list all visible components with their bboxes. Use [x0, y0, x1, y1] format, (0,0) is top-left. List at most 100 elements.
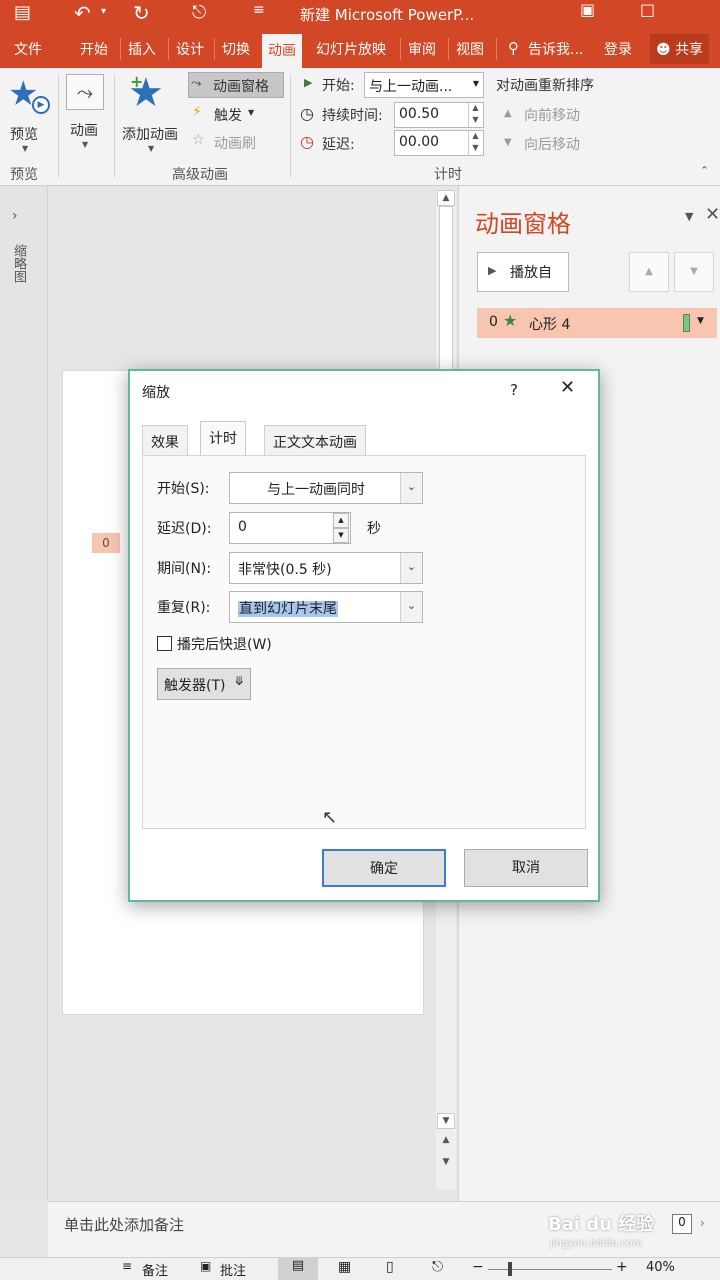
sorter-view-icon[interactable]: ▦ — [338, 1259, 351, 1275]
undo-dropdown-icon[interactable]: ▾ — [101, 6, 106, 17]
close-pane-icon[interactable]: ✕ — [705, 204, 720, 225]
close-icon[interactable]: ✕ — [560, 377, 575, 398]
save-icon[interactable]: ▤ — [14, 2, 31, 23]
move-up-button[interactable]: ▲ — [629, 252, 669, 292]
collapse-ribbon-icon[interactable]: ⌃ — [700, 164, 709, 177]
tab-slideshow[interactable]: 幻灯片放映 — [316, 39, 386, 59]
scroll-down-icon[interactable]: ▼ — [437, 1113, 455, 1129]
delay-unit: 秒 — [367, 521, 381, 537]
tell-me-box[interactable]: 告诉我... — [528, 39, 583, 59]
up-arrow-icon: ▲ — [645, 266, 653, 277]
effect-options-dialog: 缩放 ? ✕ 效果 计时 正文文本动画 开始(S): 与上一动画同时 ⌄ 延迟(… — [128, 369, 600, 902]
undo-icon[interactable]: ↶ — [74, 1, 91, 25]
preview-button[interactable]: ★ ▶ 预览 — [6, 74, 50, 144]
ok-button[interactable]: 确定 — [322, 849, 446, 887]
next-slide-icon[interactable]: ▼ — [437, 1155, 455, 1171]
tab-file[interactable]: 文件 — [14, 39, 42, 59]
previous-slide-icon[interactable]: ▲ — [437, 1133, 455, 1149]
tab-view[interactable]: 视图 — [456, 39, 484, 59]
start-label: 开始(S): — [157, 481, 210, 497]
item-dropdown-icon[interactable]: ▼ — [697, 316, 704, 326]
tab-separator — [448, 38, 449, 60]
tab-timing[interactable]: 计时 — [200, 421, 246, 457]
move-earlier-button[interactable]: 向前移动 — [524, 105, 580, 125]
chevron-down-icon: ⌄ — [400, 553, 422, 583]
help-button[interactable]: ? — [510, 381, 518, 399]
add-animation-button[interactable]: ★ + 添加动画 ▼ — [118, 70, 186, 156]
expand-thumbnails-icon[interactable]: › — [12, 208, 18, 224]
animation-item[interactable]: 0 ★ 心形 4 ▼ — [477, 308, 717, 338]
cancel-button[interactable]: 取消 — [464, 849, 588, 887]
reorder-title: 对动画重新排序 — [496, 78, 594, 94]
tab-transitions[interactable]: 切换 — [222, 39, 250, 59]
move-later-button[interactable]: 向后移动 — [524, 134, 580, 154]
animation-pane-button[interactable]: ⤳ 动画窗格 — [188, 72, 284, 98]
painter-star-icon: ☆ — [192, 132, 205, 148]
move-down-button[interactable]: ▼ — [674, 252, 714, 292]
rewind-label: 播完后快退(W) — [177, 637, 272, 653]
zoom-slider-thumb[interactable] — [508, 1262, 512, 1276]
spin-up-icon[interactable]: ▲ — [468, 131, 482, 143]
reading-view-icon[interactable]: ▯ — [386, 1259, 394, 1275]
maximize-icon[interactable]: □ — [640, 0, 655, 19]
period-select[interactable]: 非常快(0.5 秒) ⌄ — [229, 552, 423, 584]
tab-effect[interactable]: 效果 — [142, 425, 188, 457]
rewind-checkbox[interactable] — [157, 636, 172, 651]
chevron-down-icon[interactable]: ▼ — [22, 144, 28, 153]
trigger-button[interactable]: 触发器(T) ⤋ — [157, 668, 251, 700]
tab-animations[interactable]: 动画 — [262, 34, 302, 68]
spin-down-icon[interactable]: ▼ — [468, 115, 482, 127]
spin-up-icon[interactable]: ▲ — [333, 513, 349, 528]
ribbon-options-icon[interactable]: ▣ — [580, 0, 595, 19]
thumbnail-panel: › 缩略图 — [0, 186, 48, 1201]
customize-qat-icon[interactable]: ≡ — [253, 2, 265, 18]
down-arrow-icon: ▼ — [504, 137, 512, 148]
repeat-label: 重复(R): — [157, 600, 211, 616]
animation-styles-button[interactable]: ⤳ 动画 ▼ — [66, 74, 106, 152]
comments-toggle[interactable]: 批注 — [220, 1260, 246, 1279]
redo-icon[interactable]: ↻ — [133, 1, 150, 25]
share-button[interactable]: ☻ 共享 — [650, 34, 710, 64]
play-from-button[interactable]: ▶ 播放自 — [477, 252, 569, 292]
lightbulb-icon: ⚲ — [508, 39, 519, 57]
down-arrow-icon: ▼ — [690, 266, 698, 277]
delay-label: 延迟: — [322, 137, 355, 153]
pane-options-icon[interactable]: ▼ — [685, 210, 693, 223]
repeat-select[interactable]: 直到幻灯片末尾 ⌄ — [229, 591, 423, 623]
slideshow-start-icon[interactable]: ⎋ — [192, 2, 206, 23]
animation-painter-button[interactable]: ☆ 动画刷 — [190, 132, 270, 154]
spin-up-icon[interactable]: ▲ — [468, 103, 482, 115]
trigger-button[interactable]: ⚡ 触发 ▼ — [190, 104, 270, 126]
tab-review[interactable]: 审阅 — [408, 39, 436, 59]
start-select[interactable]: 与上一动画... ▼ — [364, 72, 484, 98]
scroll-up-icon[interactable]: ▲ — [437, 190, 455, 206]
zoom-in-icon[interactable]: + — [616, 1259, 628, 1275]
tab-separator — [496, 38, 497, 60]
animation-pane-title: 动画窗格 — [475, 210, 571, 238]
notes-toggle[interactable]: 备注 — [142, 1260, 168, 1279]
tab-text-animation[interactable]: 正文文本动画 — [264, 425, 366, 457]
timing-tab-panel: 开始(S): 与上一动画同时 ⌄ 延迟(D): 0 ▲ ▼ 秒 期间(N): 非… — [142, 455, 586, 829]
pane-resize-icon[interactable]: › — [700, 1216, 705, 1230]
start-select[interactable]: 与上一动画同时 ⌄ — [229, 472, 423, 504]
signin-link[interactable]: 登录 — [604, 39, 632, 59]
animation-tag[interactable]: 0 — [92, 533, 120, 553]
spin-down-icon[interactable]: ▼ — [333, 528, 349, 543]
share-label: 共享 — [675, 42, 704, 58]
fit-slide-icon[interactable]: 0 — [672, 1214, 692, 1234]
tab-insert[interactable]: 插入 — [128, 39, 156, 59]
up-arrow-icon: ▲ — [504, 108, 512, 119]
scroll-thumb[interactable] — [439, 206, 453, 386]
zoom-out-icon[interactable]: − — [472, 1259, 484, 1275]
start-select-value: 与上一动画... — [369, 79, 453, 95]
tab-home[interactable]: 开始 — [80, 39, 108, 59]
spin-down-icon[interactable]: ▼ — [468, 143, 482, 155]
tab-design[interactable]: 设计 — [176, 39, 204, 59]
delay-icon: ◷ — [300, 132, 314, 151]
zoom-slider[interactable] — [488, 1269, 612, 1270]
zoom-level[interactable]: 40% — [646, 1260, 675, 1275]
delay-label: 延迟(D): — [157, 521, 212, 537]
normal-view-icon[interactable]: ▤ — [278, 1258, 318, 1280]
slideshow-view-icon[interactable]: ⎋ — [432, 1259, 443, 1275]
ribbon: ★ ▶ 预览 ▼ 预览 ⤳ 动画 ▼ ★ + 添加动画 ▼ ⤳ 动画窗格 ⚡ 触… — [0, 68, 720, 186]
